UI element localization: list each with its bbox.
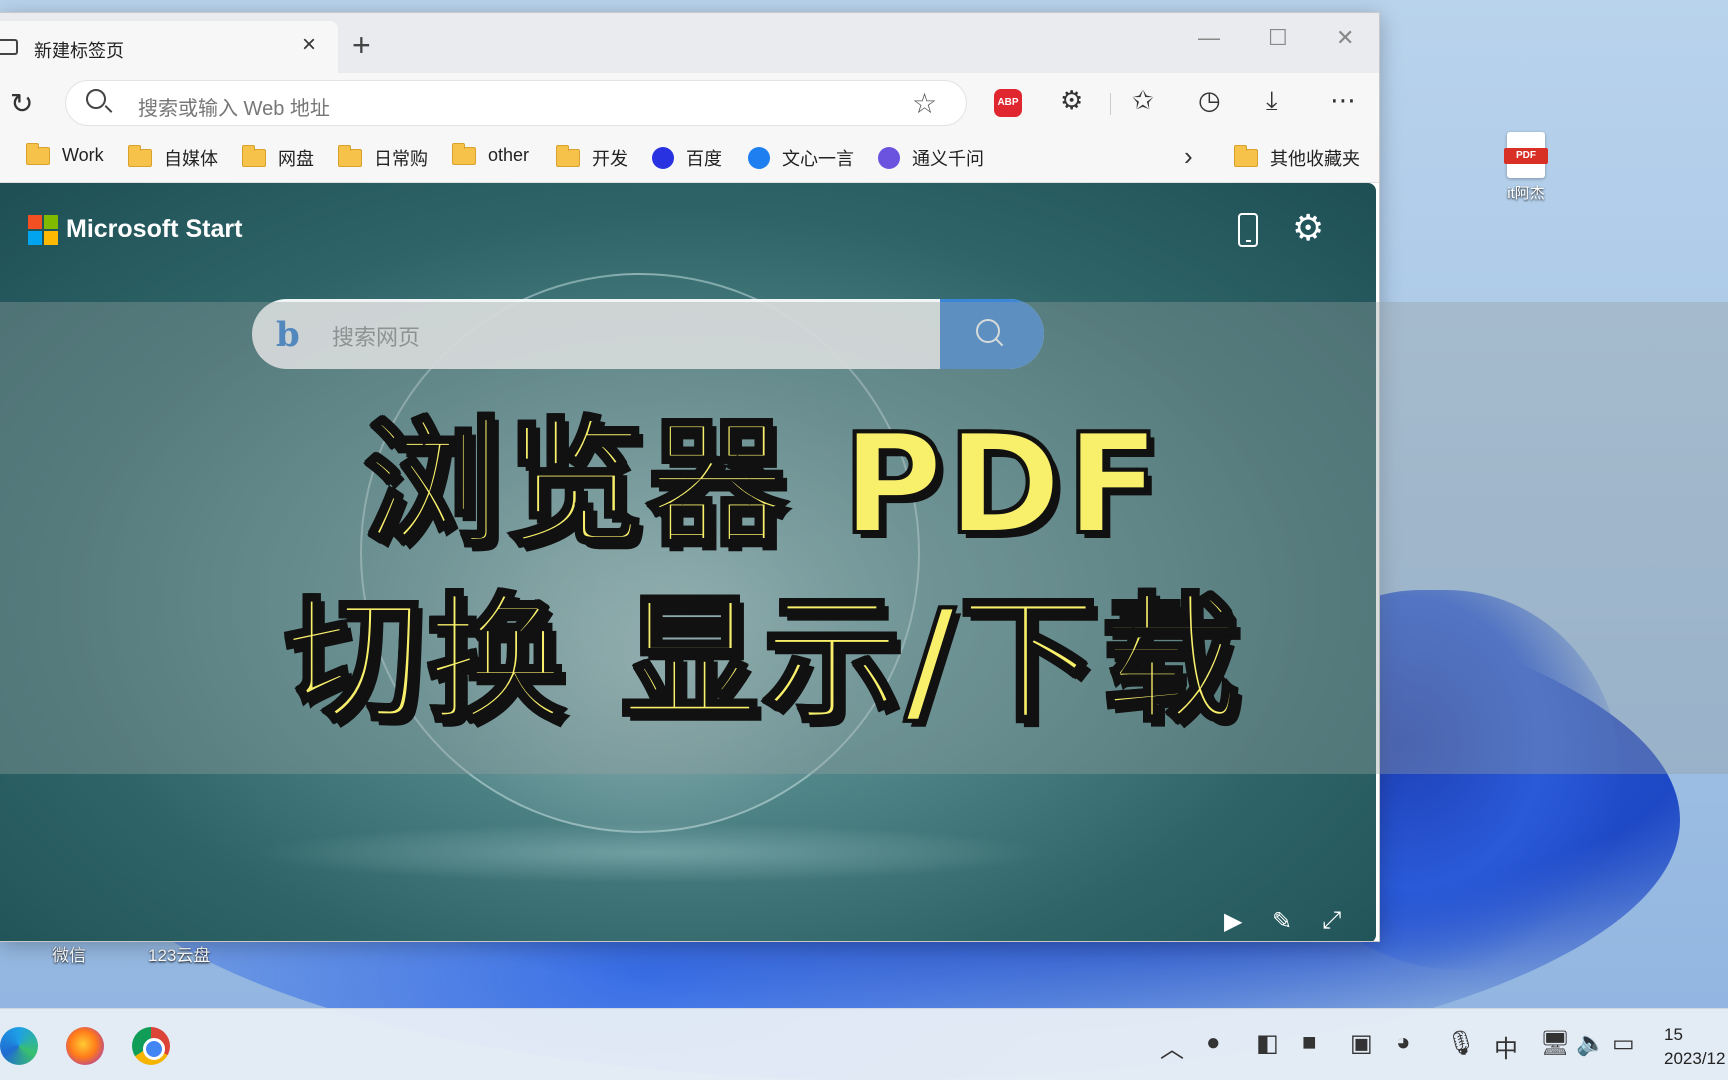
favorites-icon[interactable]: ✩ — [1132, 85, 1154, 116]
folder-icon — [128, 145, 152, 167]
bookmark-label: 其他收藏夹 — [1270, 149, 1360, 169]
bookmark-folder-wangpan[interactable]: 网盘 — [242, 145, 314, 171]
tab-new-tab[interactable]: 新建标签页 × — [0, 21, 338, 73]
bookmark-folder-work[interactable]: Work — [26, 142, 104, 166]
search-icon — [86, 89, 106, 109]
qq-tray-icon[interactable]: ● — [1206, 1029, 1221, 1057]
battery-icon[interactable]: ▭ — [1612, 1029, 1635, 1058]
expand-icon[interactable]: ⤢ — [1322, 907, 1341, 935]
folder-icon — [1234, 145, 1258, 167]
wenxin-icon — [748, 147, 770, 169]
bookmark-site-baidu[interactable]: 百度 — [652, 145, 722, 171]
ms-start-title[interactable]: Microsoft Start — [66, 215, 242, 244]
bookmark-label: 文心一言 — [782, 149, 854, 169]
system-clock[interactable]: 15 2023/12 — [1664, 1023, 1725, 1071]
tab-title: 新建标签页 — [34, 41, 124, 61]
phone-icon[interactable] — [1238, 213, 1258, 247]
navigation-toolbar: ↻ 搜索或输入 Web 地址 ☆ ABP ⚙ ✩ ◷ ⤓ ⋯ — [0, 73, 1379, 133]
bookmark-site-tongyi[interactable]: 通义千问 — [878, 145, 984, 171]
bookmark-label: other — [488, 145, 530, 165]
taskbar: ︿ ● ◧ ■ ▣ ◕ 🎙 中 🖥 🔈 ▭ 15 2023/12 — [0, 1008, 1728, 1080]
tongyi-icon — [878, 147, 900, 169]
network-icon[interactable]: 🖥 — [1540, 1029, 1570, 1058]
maximize-icon[interactable]: ☐ — [1268, 25, 1288, 51]
minimize-icon[interactable]: — — [1198, 25, 1220, 51]
address-placeholder: 搜索或输入 Web 地址 — [138, 98, 330, 120]
bookmark-label: 通义千问 — [912, 149, 984, 169]
history-icon[interactable]: ◷ — [1198, 85, 1221, 116]
edit-background-icon[interactable]: ✎ — [1272, 907, 1292, 936]
more-menu-icon[interactable]: ⋯ — [1330, 85, 1356, 116]
edge-app-icon[interactable] — [0, 1027, 38, 1065]
volume-icon[interactable]: 🔈 — [1576, 1029, 1606, 1058]
close-tab-icon[interactable]: × — [302, 31, 316, 59]
bookmark-label: 百度 — [686, 149, 722, 169]
gear-icon[interactable]: ⚙ — [1292, 207, 1324, 249]
microsoft-logo-icon — [28, 215, 58, 245]
play-icon[interactable]: ▶ — [1224, 907, 1242, 936]
tab-page-icon — [0, 39, 18, 55]
bookmark-label: 日常购 — [374, 149, 428, 169]
download-icon[interactable]: ⤓ — [1266, 85, 1278, 117]
address-bar[interactable]: 搜索或输入 Web 地址 ☆ — [66, 81, 966, 125]
microphone-icon[interactable]: 🎙 — [1446, 1029, 1476, 1058]
background-floor-glow — [250, 823, 1050, 883]
folder-icon — [452, 142, 476, 165]
save-tray-icon[interactable]: ■ — [1302, 1029, 1317, 1057]
headline-line-2: 切换 显示/下载 — [283, 578, 1244, 743]
favorite-star-icon[interactable]: ☆ — [912, 87, 937, 120]
bilibili-tray-icon[interactable]: ▣ — [1350, 1029, 1373, 1058]
chevron-right-icon[interactable]: › — [1184, 141, 1193, 172]
chrome-app-icon[interactable] — [132, 1027, 170, 1065]
wechat-tray-icon[interactable]: ◕ — [1396, 1029, 1411, 1057]
folder-icon — [338, 145, 362, 167]
bookmark-label: 开发 — [592, 149, 628, 169]
bookmark-label: 自媒体 — [164, 149, 218, 169]
tab-bar: 新建标签页 × + — ☐ ✕ — [0, 13, 1379, 73]
bookmark-folder-kaifa[interactable]: 开发 — [556, 145, 628, 171]
bookmarks-bar: Work 自媒体 网盘 日常购 other 开发 百度 文心一言 通义千问 › … — [0, 133, 1379, 183]
desktop-label-123pan[interactable]: 123云盘 — [148, 941, 210, 966]
bookmark-folder-zimeiti[interactable]: 自媒体 — [128, 145, 218, 171]
folder-icon — [242, 145, 266, 167]
clock-date: 2023/12 — [1664, 1049, 1726, 1068]
desktop-label-wechat[interactable]: 微信 — [52, 941, 86, 966]
desktop-icon-label: it阿杰 — [1507, 185, 1545, 202]
desktop-pdf-shortcut[interactable]: PDF it阿杰 — [1486, 132, 1566, 203]
ime-indicator[interactable]: 中 — [1494, 1029, 1518, 1064]
bookmark-other-favorites[interactable]: 其他收藏夹 — [1234, 145, 1360, 171]
app-tray-icon[interactable]: ◧ — [1256, 1029, 1279, 1058]
baidu-paw-icon — [652, 147, 674, 169]
refresh-icon[interactable]: ↻ — [10, 87, 33, 120]
extensions-icon[interactable]: ⚙ — [1060, 85, 1083, 116]
adblock-plus-icon[interactable]: ABP — [994, 89, 1022, 117]
toolbar-divider — [1110, 93, 1111, 115]
bookmark-label: Work — [62, 145, 104, 165]
bookmark-folder-richanggou[interactable]: 日常购 — [338, 145, 428, 171]
headline-line-1: 浏览器 PDF — [362, 402, 1164, 567]
chevron-up-icon[interactable]: ︿ — [1160, 1029, 1184, 1064]
pdf-file-icon: PDF — [1504, 132, 1548, 178]
new-tab-button[interactable]: + — [352, 29, 371, 61]
bookmark-site-wenxin[interactable]: 文心一言 — [748, 145, 854, 171]
bookmark-folder-other[interactable]: other — [452, 142, 530, 166]
folder-icon — [26, 142, 50, 165]
clock-time: 15 — [1664, 1025, 1683, 1044]
firefox-app-icon[interactable] — [66, 1027, 104, 1065]
pdf-badge: PDF — [1504, 148, 1548, 164]
folder-icon — [556, 145, 580, 167]
bookmark-label: 网盘 — [278, 149, 314, 169]
close-window-icon[interactable]: ✕ — [1336, 25, 1354, 51]
